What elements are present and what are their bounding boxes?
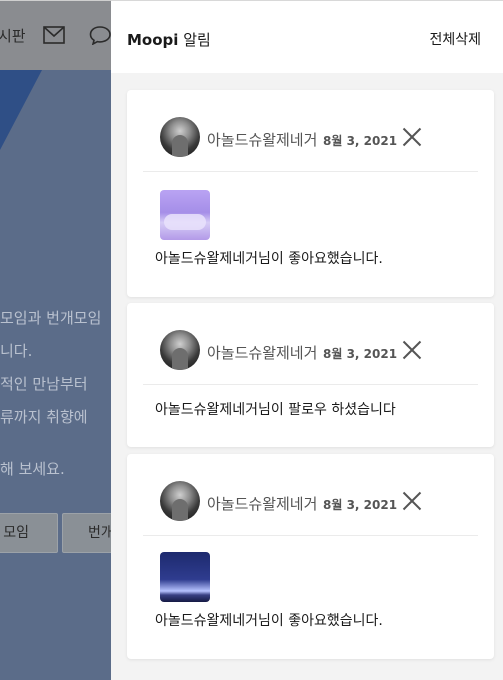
close-icon[interactable] <box>402 491 422 511</box>
background-line: 적인 만남부터 <box>0 375 88 393</box>
notification-card: 아놀드슈왈제네거 8월 3, 2021 아놀드슈왈제네거님이 좋아요했습니다. <box>127 454 494 659</box>
notification-user[interactable]: 아놀드슈왈제네거 <box>207 129 317 150</box>
background-line: 류까지 취향에 <box>0 408 88 426</box>
avatar[interactable] <box>160 330 200 370</box>
background-shape <box>0 70 42 150</box>
panel-title-text: 알림 <box>178 31 211 49</box>
notification-date: 8월 3, 2021 <box>323 498 398 512</box>
notification-card: 아놀드슈왈제네거 8월 3, 2021 아놀드슈왈제네거님이 팔로우 하셨습니다 <box>127 303 494 447</box>
background-description: 모임과 번개모임 니다. 적인 만남부터 류까지 취향에 해 보세요. <box>0 302 101 486</box>
notification-message: 아놀드슈왈제네거님이 팔로우 하셨습니다 <box>155 402 396 418</box>
background-line: 니다. <box>0 342 33 360</box>
nav-board-link[interactable]: 시판 <box>0 25 26 46</box>
mail-icon[interactable] <box>43 26 65 48</box>
notification-message: 아놀드슈왈제네거님이 좋아요했습니다. <box>155 251 383 267</box>
notification-header: 아놀드슈왈제네거 8월 3, 2021 <box>143 303 478 385</box>
panel-title-brand: Moopi <box>127 31 179 49</box>
avatar[interactable] <box>160 117 200 157</box>
meeting-button[interactable]: 모임 <box>0 513 58 553</box>
notification-date: 8월 3, 2021 <box>323 347 398 361</box>
close-icon[interactable] <box>402 340 422 360</box>
panel-title: Moopi 알림 <box>127 29 211 50</box>
notification-user[interactable]: 아놀드슈왈제네거 <box>207 342 317 363</box>
avatar[interactable] <box>160 481 200 521</box>
notification-header: 아놀드슈왈제네거 8월 3, 2021 <box>143 90 478 172</box>
post-thumbnail[interactable] <box>160 190 210 240</box>
notification-user[interactable]: 아놀드슈왈제네거 <box>207 493 317 514</box>
background-line: 모임과 번개모임 <box>0 309 102 327</box>
notification-date: 8월 3, 2021 <box>323 134 398 148</box>
notification-message: 아놀드슈왈제네거님이 좋아요했습니다. <box>155 613 383 629</box>
clear-all-button[interactable]: 전체삭제 <box>429 29 481 49</box>
background-line: 해 보세요. <box>0 460 65 478</box>
chat-icon[interactable] <box>89 25 111 49</box>
notification-panel: Moopi 알림 전체삭제 아놀드슈왈제네거 8월 3, 2021 아놀드슈왈제… <box>111 0 503 680</box>
close-icon[interactable] <box>402 127 422 147</box>
panel-header: Moopi 알림 전체삭제 <box>111 1 503 73</box>
post-thumbnail[interactable] <box>160 552 210 602</box>
notification-header: 아놀드슈왈제네거 8월 3, 2021 <box>143 454 478 536</box>
notification-card: 아놀드슈왈제네거 8월 3, 2021 아놀드슈왈제네거님이 좋아요했습니다. <box>127 90 494 297</box>
